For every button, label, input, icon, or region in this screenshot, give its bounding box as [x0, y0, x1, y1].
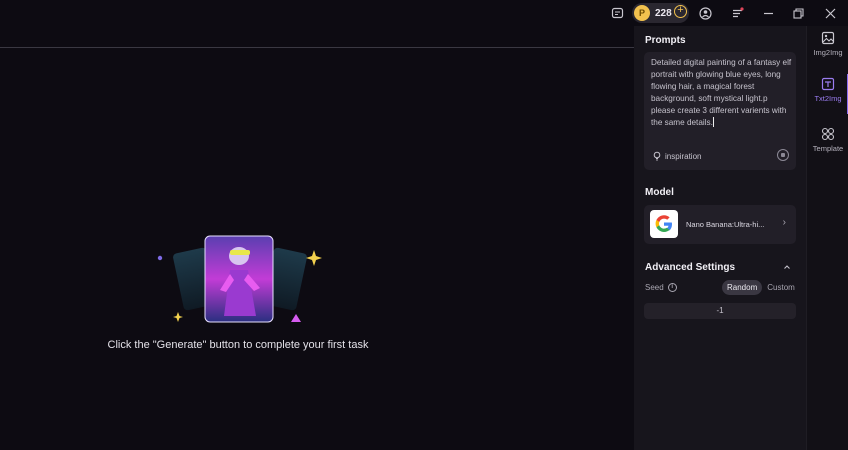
title-bar: P 228 + — [0, 0, 848, 26]
account-icon[interactable] — [696, 4, 714, 22]
restore-icon[interactable] — [790, 4, 806, 22]
seed-input[interactable]: -1 — [644, 303, 796, 319]
canvas-area: Click the "Generate" button to complete … — [0, 0, 634, 450]
seed-random-option[interactable]: Random — [722, 280, 763, 295]
advanced-settings-title: Advanced Settings — [645, 262, 736, 273]
model-name: Nano Banana:Ultra-hi... — [686, 220, 765, 229]
empty-state-message: Click the "Generate" button to complete … — [107, 339, 369, 351]
menu-icon[interactable] — [728, 4, 746, 22]
rail-label-template: Template — [812, 144, 844, 153]
credits-pill[interactable]: P 228 + — [632, 3, 689, 23]
seed-custom-option[interactable]: Custom — [762, 280, 800, 295]
chevron-up-icon[interactable] — [782, 262, 792, 272]
image-icon — [821, 31, 835, 45]
canvas-divider — [0, 47, 634, 48]
prompts-title: Prompts — [645, 35, 686, 46]
seed-label-row: Seed i — [645, 283, 677, 292]
seed-label: Seed — [645, 283, 664, 292]
rail-label-img2img: Img2Img — [813, 48, 843, 57]
rail-item-img2img[interactable]: Img2Img — [807, 28, 848, 68]
mode-rail: Img2Img Txt2Img Template — [806, 26, 848, 450]
prompt-textarea[interactable]: Detailed digital painting of a fantasy e… — [644, 52, 796, 170]
empty-state-illustration — [157, 235, 322, 323]
model-title: Model — [645, 187, 674, 198]
minimize-icon[interactable] — [760, 4, 776, 22]
info-icon[interactable]: i — [667, 283, 677, 292]
text-caret — [712, 117, 714, 128]
feedback-icon[interactable] — [608, 4, 626, 22]
rail-item-template[interactable]: Template — [807, 124, 848, 164]
rail-label-txt2img: Txt2Img — [814, 94, 842, 103]
google-logo-icon — [650, 210, 678, 238]
model-selector[interactable]: Nano Banana:Ultra-hi... › — [644, 205, 796, 244]
prompt-text: Detailed digital painting of a fantasy e… — [651, 58, 792, 128]
chevron-right-icon: › — [782, 217, 786, 228]
template-grid-icon — [821, 127, 835, 141]
settings-panel: Prompts Detailed digital painting of a f… — [634, 26, 806, 450]
credits-count: 228 — [655, 7, 672, 19]
coin-icon: P — [634, 5, 650, 21]
clear-prompt-icon[interactable] — [777, 149, 789, 161]
inspiration-label: inspiration — [665, 151, 702, 161]
inspiration-button[interactable]: inspiration — [652, 151, 701, 161]
add-credits-icon[interactable]: + — [674, 5, 687, 18]
text-image-icon — [821, 77, 835, 91]
rail-item-txt2img[interactable]: Txt2Img — [807, 74, 848, 114]
close-icon[interactable] — [822, 4, 838, 22]
seed-mode-toggle: Random Custom — [722, 280, 800, 295]
lightbulb-icon — [652, 151, 662, 161]
